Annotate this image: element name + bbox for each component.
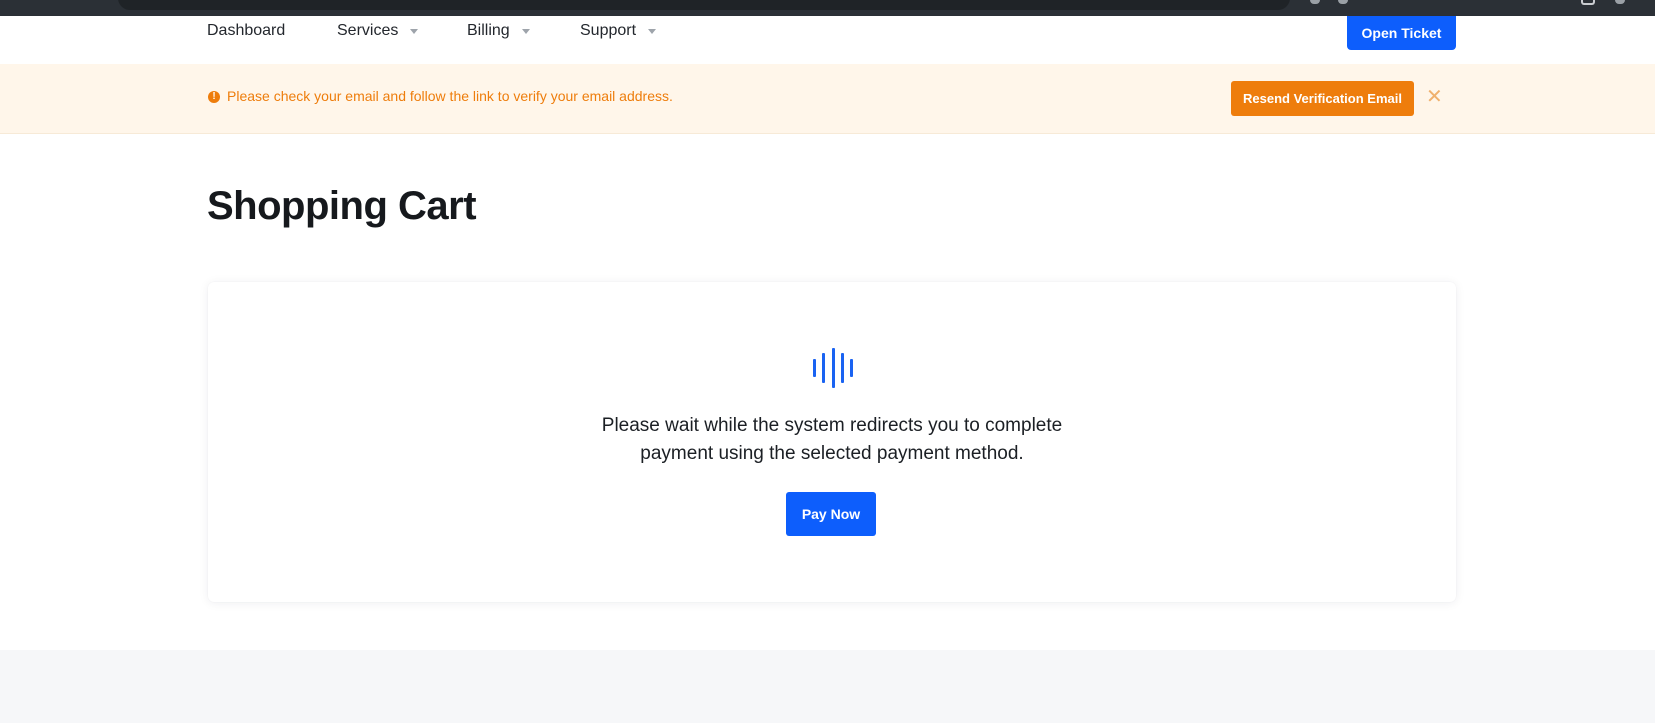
top-navigation: Dashboard Services Billing Support Open … [0, 16, 1655, 64]
browser-toolbar-edge [0, 0, 1655, 16]
email-verification-banner: ! Please check your email and follow the… [0, 64, 1655, 134]
loader-bar [831, 348, 835, 388]
loader-bar [850, 359, 853, 377]
page-title: Shopping Cart [207, 184, 477, 228]
nav-item-dashboard[interactable]: Dashboard [207, 19, 285, 43]
nav-item-billing[interactable]: Billing [467, 19, 530, 43]
nav-item-support[interactable]: Support [580, 19, 657, 43]
address-bar[interactable] [118, 0, 1290, 10]
nav-item-label: Services [337, 22, 399, 39]
loader-bar [822, 353, 826, 383]
resend-verification-button[interactable]: Resend Verification Email [1231, 81, 1414, 116]
loader-bar [813, 359, 816, 377]
footer [0, 650, 1655, 723]
loader-bar [840, 353, 844, 383]
caret-down-icon [648, 29, 657, 34]
redirect-message-line: payment using the selected payment metho… [640, 443, 1024, 464]
caret-down-icon [410, 29, 419, 34]
redirect-message-line: Please wait while the system redirects y… [601, 415, 1063, 436]
redirect-card: Please wait while the system redirects y… [208, 282, 1456, 602]
redirect-message: Please wait while the system redirects y… [532, 412, 1132, 468]
profile-icon[interactable] [1615, 0, 1625, 4]
exclamation-circle-icon: ! [208, 91, 220, 103]
caret-down-icon [521, 29, 530, 34]
open-ticket-button[interactable]: Open Ticket [1347, 16, 1456, 50]
window-icon[interactable] [1581, 0, 1595, 5]
pay-now-button[interactable]: Pay Now [786, 492, 876, 536]
close-icon[interactable]: ✕ [1426, 86, 1443, 108]
audio-bars-loader-icon [813, 348, 853, 388]
nav-item-label: Support [580, 22, 637, 39]
nav-item-label: Dashboard [207, 22, 286, 39]
extension-icon[interactable] [1338, 0, 1348, 4]
extension-icon[interactable] [1310, 0, 1320, 4]
verification-message: Please check your email and follow the l… [227, 88, 673, 104]
nav-item-services[interactable]: Services [337, 19, 419, 43]
nav-item-label: Billing [467, 22, 510, 39]
